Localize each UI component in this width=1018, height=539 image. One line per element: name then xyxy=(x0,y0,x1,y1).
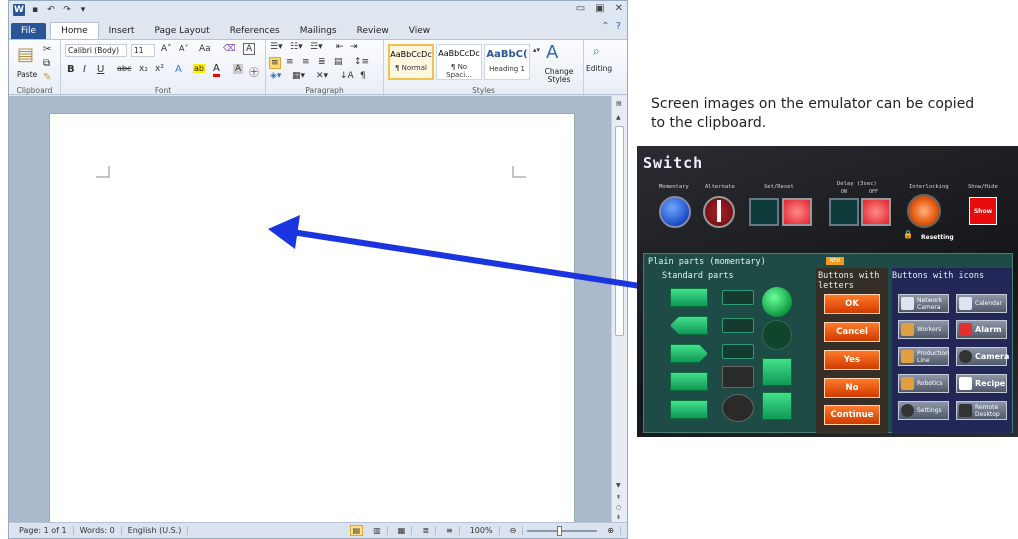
lock-icon: 🔒 xyxy=(903,230,913,239)
camera-icon xyxy=(959,350,972,363)
dark-circle-button[interactable] xyxy=(722,366,754,388)
green-lamp-off-button[interactable] xyxy=(762,320,792,350)
caption-show-hide: Show/Hide xyxy=(968,184,998,190)
delay-off-button[interactable] xyxy=(861,198,891,226)
robotics-label: Robotics xyxy=(917,380,943,387)
network-camera-button[interactable]: Network Camera xyxy=(898,294,949,313)
standard-left-arrow-button[interactable] xyxy=(670,316,708,335)
yes-button[interactable]: Yes xyxy=(824,350,880,370)
gear-icon xyxy=(901,404,914,417)
caption-momentary: Momentary xyxy=(659,184,689,190)
standard-wide-button[interactable] xyxy=(670,400,708,419)
network-camera-label: Network Camera xyxy=(917,296,943,311)
alarm-icon xyxy=(959,323,972,336)
caption-interlocking: Interlocking xyxy=(909,184,949,190)
caption-delay-on: ON xyxy=(841,189,848,195)
settings-button[interactable]: Settings xyxy=(898,401,949,420)
outline-left-button[interactable] xyxy=(722,318,754,333)
continue-button[interactable]: Continue xyxy=(824,405,880,425)
workers-icon xyxy=(901,323,914,336)
standard-square-button[interactable] xyxy=(670,372,708,391)
show-button[interactable]: Show xyxy=(969,197,997,225)
emulator-title: Switch xyxy=(643,154,704,172)
standard-rect-button[interactable] xyxy=(670,288,708,307)
caption-delay-off: OFF xyxy=(869,189,879,195)
camera-button[interactable]: Camera xyxy=(956,347,1010,366)
interlocking-button[interactable] xyxy=(907,194,941,228)
standard-right-arrow-button[interactable] xyxy=(670,344,708,363)
cancel-button[interactable]: Cancel xyxy=(824,322,880,342)
settings-label: Settings xyxy=(917,407,942,414)
outline-rect-button[interactable] xyxy=(722,290,754,305)
workers-button[interactable]: Workers xyxy=(898,320,949,339)
set-button[interactable] xyxy=(749,198,779,226)
new-badge: NEW xyxy=(826,257,844,265)
network-camera-icon xyxy=(901,297,914,310)
alternate-switch-bar xyxy=(717,200,721,222)
calendar-label: Calendar xyxy=(975,300,1002,307)
calendar-icon xyxy=(959,297,972,310)
robotics-icon xyxy=(901,377,914,390)
no-button[interactable]: No xyxy=(824,378,880,398)
green-lamp-button[interactable] xyxy=(762,287,792,317)
reset-button[interactable] xyxy=(782,198,812,226)
plain-parts-title: Plain parts (momentary) xyxy=(648,257,766,267)
ok-button[interactable]: OK xyxy=(824,294,880,314)
green-square-button-2[interactable] xyxy=(762,392,792,420)
standard-parts-title: Standard parts xyxy=(662,271,734,281)
caption-delay: Delay (3sec) xyxy=(837,181,877,187)
dark-round-button[interactable] xyxy=(722,394,754,422)
outline-right-button[interactable] xyxy=(722,344,754,359)
camera-label: Camera xyxy=(975,352,1010,361)
recipe-icon xyxy=(959,377,972,390)
momentary-blue-button[interactable] xyxy=(659,196,691,228)
parts-panel: Plain parts (momentary) NEW Standard par… xyxy=(643,253,1013,434)
production-line-button[interactable]: Production Line xyxy=(898,347,949,366)
workers-label: Workers xyxy=(917,326,942,333)
buttons-with-letters-title: Buttons with letters xyxy=(818,271,880,291)
delay-on-button[interactable] xyxy=(829,198,859,226)
caption-alternate: Alternate xyxy=(705,184,735,190)
remote-desktop-button[interactable]: Remote Desktop xyxy=(956,401,1007,420)
production-line-icon xyxy=(901,350,914,363)
buttons-with-icons-title: Buttons with icons xyxy=(892,271,985,281)
alarm-button[interactable]: Alarm xyxy=(956,320,1007,339)
recipe-label: Recipe xyxy=(975,379,1006,388)
caption-set-reset: Set/Reset xyxy=(764,184,794,190)
calendar-button[interactable]: Calendar xyxy=(956,294,1007,313)
remote-desktop-label: Remote Desktop xyxy=(975,403,1000,418)
emulator-screen: Switch Momentary Alternate Set/Reset Del… xyxy=(637,146,1018,437)
robotics-button[interactable]: Robotics xyxy=(898,374,949,393)
production-line-label: Production Line xyxy=(917,349,949,364)
resetting-label: Resetting xyxy=(921,234,954,241)
recipe-button[interactable]: Recipe xyxy=(956,374,1007,393)
alarm-label: Alarm xyxy=(975,325,1002,334)
remote-desktop-icon xyxy=(959,404,972,417)
green-square-button[interactable] xyxy=(762,358,792,386)
